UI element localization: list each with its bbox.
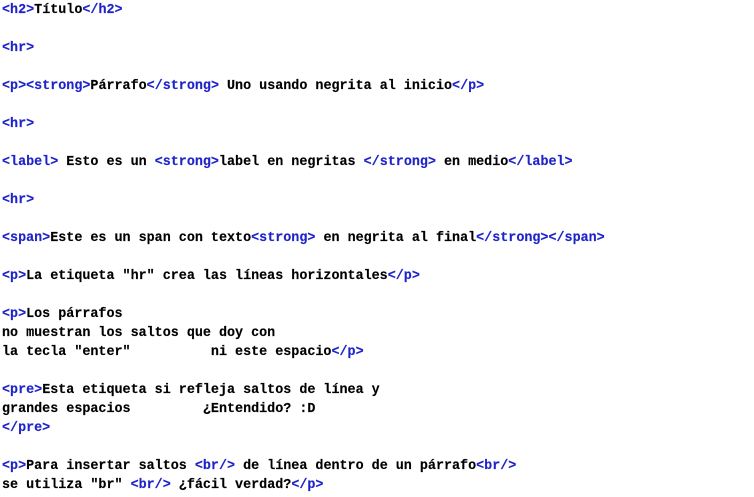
html-tag-token: <hr>	[2, 117, 35, 132]
text-token: La etiqueta "hr" crea las líneas horizon…	[26, 269, 388, 284]
code-line: <span>Este es un span con texto<strong> …	[2, 229, 754, 248]
text-token: no muestran los saltos que doy con	[2, 326, 276, 341]
html-tag-token: </p>	[452, 79, 485, 94]
code-line: grandes espacios ¿Entendido? :D	[2, 400, 754, 419]
html-tag-token: <p>	[2, 269, 27, 284]
text-token: Los párrafos	[26, 307, 123, 322]
code-line: <hr>	[2, 115, 754, 134]
html-tag-token: </strong>	[476, 231, 549, 246]
code-line: <p>La etiqueta "hr" crea las líneas hori…	[2, 267, 754, 286]
code-line: <h2>Título</h2>	[2, 1, 754, 20]
text-token: label en negritas	[218, 155, 364, 170]
code-view[interactable]: <h2>Título</h2> <hr> <p><strong>Párrafo</s…	[2, 1, 754, 495]
html-tag-token: <br/>	[476, 459, 517, 474]
html-tag-token: </p>	[331, 345, 364, 360]
html-tag-token: <hr>	[2, 41, 35, 56]
text-token: se utiliza "br"	[2, 478, 131, 493]
html-tag-token: <p>	[2, 459, 27, 474]
text-token: Título	[34, 3, 83, 18]
code-line: </pre>	[2, 419, 754, 438]
html-tag-token: </strong>	[146, 79, 219, 94]
html-tag-token: </p>	[387, 269, 420, 284]
html-tag-token: <p>	[2, 79, 27, 94]
text-token: Uno usando negrita al inicio	[218, 79, 453, 94]
html-tag-token: <br/>	[194, 459, 236, 474]
code-line: <p><strong>Párrafo</strong> Uno usando n…	[2, 77, 754, 96]
code-line: se utiliza "br" <br/> ¿fácil verdad?</p>	[2, 476, 754, 495]
html-tag-token: <span>	[2, 231, 51, 246]
html-tag-token: <strong>	[26, 79, 91, 94]
html-tag-token: </pre>	[2, 421, 51, 436]
html-tag-token: <pre>	[2, 383, 43, 398]
html-tag-token: </strong>	[363, 155, 436, 170]
html-tag-token: </label>	[508, 155, 573, 170]
text-token: Esta etiqueta si refleja saltos de línea…	[42, 383, 380, 398]
text-token: Este es un span con texto	[50, 231, 252, 246]
code-line: no muestran los saltos que doy con	[2, 324, 754, 343]
text-token: Para insertar saltos	[26, 459, 195, 474]
code-line: <pre>Esta etiqueta si refleja saltos de …	[2, 381, 754, 400]
html-tag-token: <label>	[2, 155, 59, 170]
text-token: grandes espacios ¿Entendido? :D	[2, 402, 316, 417]
html-tag-token: <strong>	[251, 231, 316, 246]
html-tag-token: <strong>	[154, 155, 219, 170]
html-tag-token: </span>	[548, 231, 605, 246]
html-tag-token: </h2>	[82, 3, 123, 18]
html-tag-token: <h2>	[2, 3, 35, 18]
text-token: en medio	[435, 155, 509, 170]
html-tag-token: <br/>	[130, 478, 171, 493]
text-token: en negrita al final	[315, 231, 477, 246]
text-token: la tecla "enter" ni este espacio	[2, 345, 332, 360]
code-line: <p>Para insertar saltos <br/> de línea d…	[2, 457, 754, 476]
code-line: <hr>	[2, 39, 754, 58]
html-tag-token: <hr>	[2, 193, 35, 208]
text-token: Esto es un	[58, 155, 155, 170]
code-line: <label> Esto es un <strong>label en negr…	[2, 153, 754, 172]
html-tag-token: <p>	[2, 307, 27, 322]
html-tag-token: </p>	[291, 478, 324, 493]
text-token: de línea dentro de un párrafo	[235, 459, 477, 474]
code-line: <p>Los párrafos	[2, 305, 754, 324]
code-line: <hr>	[2, 191, 754, 210]
text-token: Párrafo	[90, 79, 147, 94]
text-token: ¿fácil verdad?	[170, 478, 292, 493]
code-line: la tecla "enter" ni este espacio</p>	[2, 343, 754, 362]
